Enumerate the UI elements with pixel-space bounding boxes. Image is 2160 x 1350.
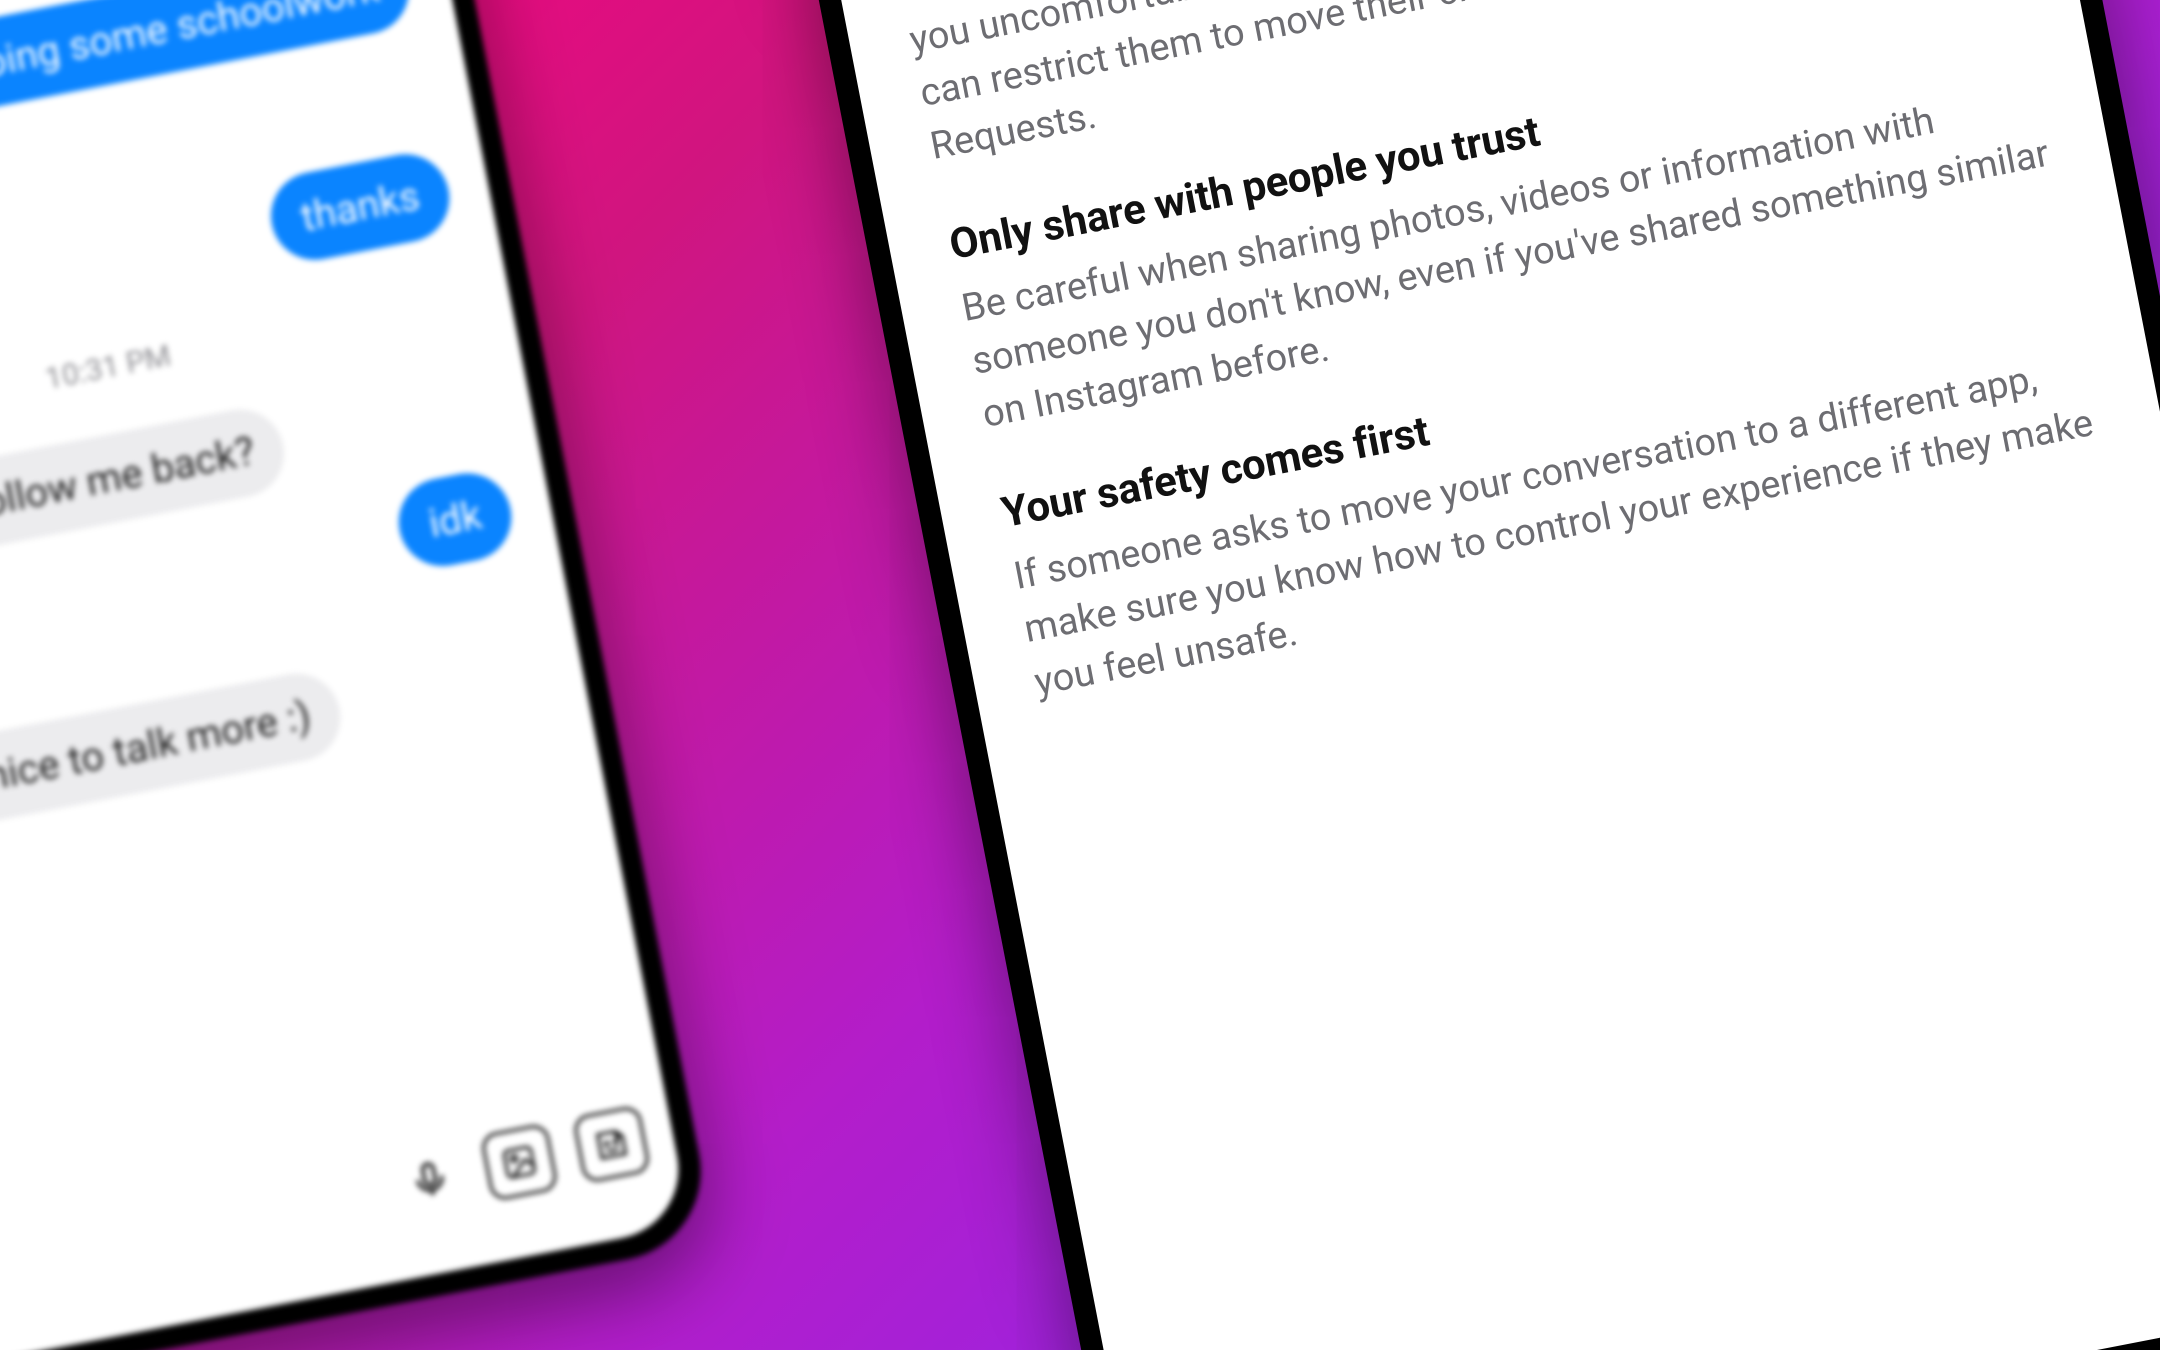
chat-screen: t you? Cool I'm just at home doing some … (0, 0, 690, 1350)
safety-screen: Report Block Don't feel pressured to res… (767, 0, 2160, 1350)
safety-notices: Report Block Don't feel pressured to res… (767, 0, 2160, 1350)
message-sent: thanks (264, 147, 457, 268)
phone-safety: Report Block Don't feel pressured to res… (741, 0, 2160, 1350)
message-composer (0, 1074, 690, 1350)
mic-icon[interactable] (394, 1143, 467, 1216)
photo-icon[interactable] (479, 1122, 559, 1202)
phone-chat: t you? Cool I'm just at home doing some … (0, 0, 716, 1350)
sticker-icon[interactable] (572, 1104, 652, 1184)
chat-thread: t you? Cool I'm just at home doing some … (0, 0, 690, 1350)
stage: t you? Cool I'm just at home doing some … (0, 0, 2160, 1350)
message-sent: idk (392, 466, 519, 574)
